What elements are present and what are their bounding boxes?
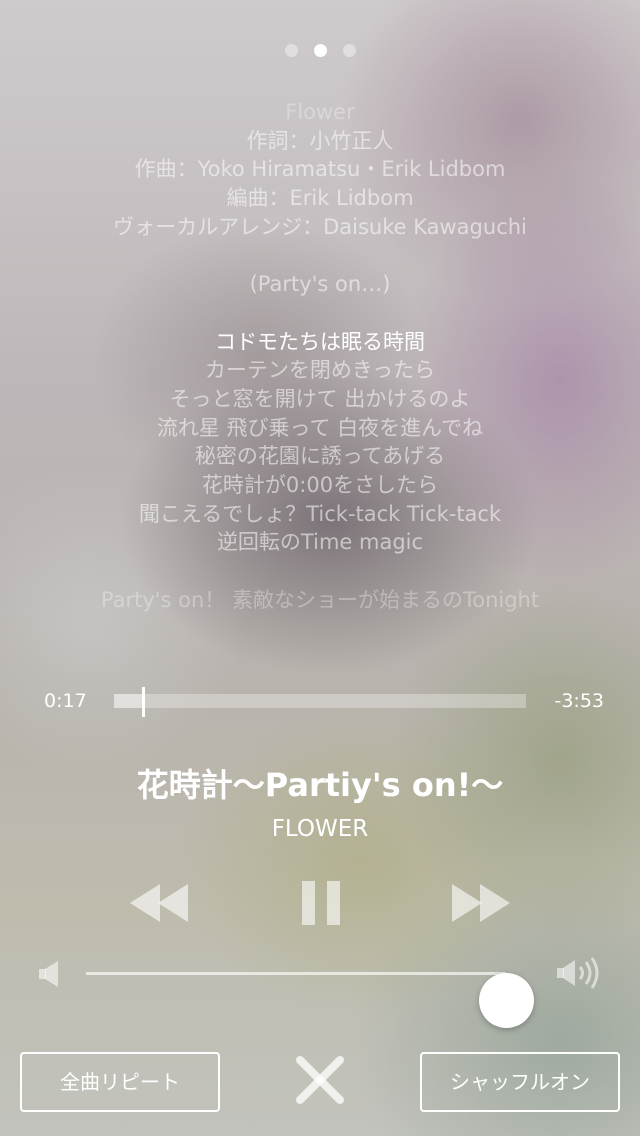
volume-knob[interactable] [479, 973, 534, 1028]
lyric-line: 聞こえるでしょ？Tick-tack Tick-tack [138, 501, 502, 526]
lyric-line: (Party's on…) [249, 272, 391, 297]
now-playing-screen: Flower 作詞：小竹正人作曲：Yoko Hiramatsu・Erik Lidb… [0, 0, 640, 1136]
song-title: 花時計〜Partiy's on!〜 [136, 766, 504, 804]
lyric-line: 秘密の花園に誘ってあげる [194, 444, 446, 469]
progress-handle[interactable] [142, 687, 145, 717]
lyric-line: Party's on！ 素敵なショーが始まるのTonight [100, 587, 540, 612]
close-icon [296, 1056, 344, 1104]
page-indicator[interactable] [0, 42, 640, 61]
lyric-line: 作詞：小竹正人 [246, 128, 394, 153]
lyric-line: 作曲：Yoko Hiramatsu・Erik Lidbom [134, 157, 506, 182]
fast-forward-button[interactable] [448, 878, 512, 928]
speaker-high-icon [557, 957, 599, 989]
page-dot[interactable] [313, 44, 327, 57]
lyric-line: カーテンを閉めきったら [204, 358, 436, 383]
progress-scrubber[interactable] [114, 687, 526, 717]
close-button[interactable] [294, 1054, 346, 1106]
artist-name: FLOWER [271, 816, 369, 842]
repeat-button[interactable]: 全曲リピート [20, 1052, 220, 1112]
speaker-low-icon [39, 961, 58, 987]
page-dot[interactable] [284, 44, 298, 57]
lyric-line [0, 557, 640, 586]
lyric-line: そっと窓を開けて 出かけるのよ [169, 386, 471, 411]
elapsed-time: 0:17 [44, 690, 87, 712]
lyric-line [0, 299, 640, 328]
lyric-line: 流れ星 飛び乗って 白夜を進んでね [156, 415, 484, 440]
volume-row [0, 944, 640, 1028]
current-lyric-line: コドモたちは眠る時間 [215, 329, 425, 354]
transport-controls [0, 878, 640, 928]
rewind-button[interactable] [128, 878, 192, 928]
pause-button[interactable] [298, 878, 344, 928]
progress-row: 0:17 -3:53 [0, 686, 640, 718]
lyrics-view[interactable]: Flower 作詞：小竹正人作曲：Yoko Hiramatsu・Erik Lidb… [0, 98, 640, 614]
page-dot[interactable] [342, 44, 356, 57]
lyric-line: ヴォーカルアレンジ：Daisuke Kawaguchi [113, 214, 527, 239]
lyric-line: 逆回転のTime magic [216, 530, 424, 555]
remaining-time: -3:53 [554, 690, 604, 712]
lyric-line [0, 241, 640, 270]
fast-forward-icon [452, 884, 510, 922]
pause-icon [302, 881, 340, 925]
bottom-actions: 全曲リピート シャッフルオン [0, 1052, 640, 1112]
lyric-line: 花時計が0:00をさしたら [201, 472, 439, 497]
lyric-line: Flower [285, 100, 355, 124]
lyric-line: 編曲：Erik Lidbom [226, 186, 414, 211]
volume-slider[interactable] [86, 972, 534, 1028]
shuffle-button[interactable]: シャッフルオン [420, 1052, 620, 1112]
rewind-icon [130, 884, 188, 922]
progress-fill [114, 694, 143, 708]
